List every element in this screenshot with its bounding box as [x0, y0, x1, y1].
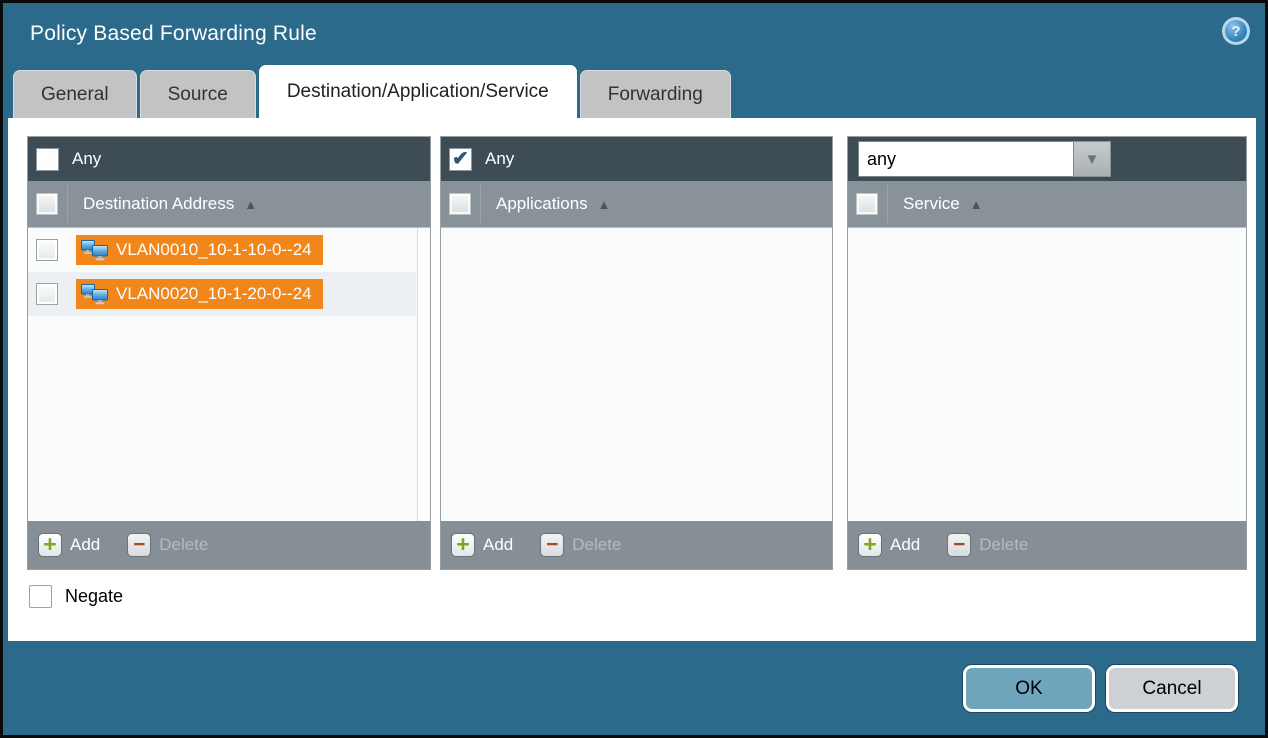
applications-any-label: Any — [485, 149, 514, 169]
service-any-header: ▼ — [848, 137, 1246, 181]
destination-select-all-checkbox[interactable] — [36, 193, 58, 215]
service-add-button[interactable]: + Add — [858, 533, 920, 557]
service-list — [848, 228, 1246, 521]
column-separator — [480, 185, 481, 223]
chevron-down-icon: ▼ — [1085, 152, 1100, 167]
address-object-icon — [81, 240, 108, 261]
negate-row: Negate — [29, 585, 1256, 608]
service-panel-footer: + Add − Delete — [848, 521, 1246, 569]
row-checkbox[interactable] — [36, 283, 58, 305]
service-dropdown: ▼ — [858, 141, 1111, 177]
service-delete-button[interactable]: − Delete — [947, 533, 1028, 557]
service-panel: ▼ Service ▲ + Add − — [847, 136, 1247, 570]
destination-list: VLAN0010_10-1-10-0--24 — [28, 228, 430, 521]
applications-panel: Any Applications ▲ + Add − Delet — [440, 136, 833, 570]
destination-delete-button[interactable]: − Delete — [127, 533, 208, 557]
minus-icon: − — [127, 533, 151, 557]
destination-column-header-row: Destination Address ▲ — [28, 181, 430, 228]
destination-panel: Any Destination Address ▲ — [27, 136, 431, 570]
destination-any-header: Any — [28, 137, 430, 181]
service-column-header[interactable]: Service — [903, 194, 960, 214]
negate-label: Negate — [65, 586, 123, 607]
dialog-action-buttons: OK Cancel — [963, 665, 1238, 712]
destination-panel-footer: + Add − Delete — [28, 521, 430, 569]
address-object-chip[interactable]: VLAN0010_10-1-10-0--24 — [76, 235, 323, 265]
applications-any-checkbox[interactable] — [449, 148, 472, 171]
negate-checkbox[interactable] — [29, 585, 52, 608]
cancel-button[interactable]: Cancel — [1106, 665, 1238, 712]
sort-asc-icon[interactable]: ▲ — [244, 197, 257, 212]
applications-select-all-checkbox[interactable] — [449, 193, 471, 215]
destination-column-header[interactable]: Destination Address — [83, 194, 234, 214]
tab-general[interactable]: General — [13, 70, 137, 118]
tab-forwarding[interactable]: Forwarding — [580, 70, 731, 118]
applications-list — [441, 228, 832, 521]
plus-icon: + — [451, 533, 475, 557]
help-icon[interactable]: ? — [1222, 17, 1250, 45]
tab-destination-application-service[interactable]: Destination/Application/Service — [259, 65, 577, 118]
service-column-header-row: Service ▲ — [848, 181, 1246, 228]
scrollbar-track[interactable] — [417, 228, 430, 521]
address-object-chip[interactable]: VLAN0020_10-1-20-0--24 — [76, 279, 323, 309]
applications-add-button[interactable]: + Add — [451, 533, 513, 557]
plus-icon: + — [858, 533, 882, 557]
ok-button[interactable]: OK — [963, 665, 1095, 712]
minus-icon: − — [540, 533, 564, 557]
minus-icon: − — [947, 533, 971, 557]
destination-add-button[interactable]: + Add — [38, 533, 100, 557]
tab-source[interactable]: Source — [140, 70, 256, 118]
sort-asc-icon[interactable]: ▲ — [970, 197, 983, 212]
applications-column-header[interactable]: Applications — [496, 194, 588, 214]
applications-delete-button[interactable]: − Delete — [540, 533, 621, 557]
dialog-body: Any Destination Address ▲ — [8, 118, 1256, 641]
policy-based-forwarding-dialog: Policy Based Forwarding Rule ? General S… — [0, 0, 1268, 738]
destination-any-checkbox[interactable] — [36, 148, 59, 171]
service-dropdown-button[interactable]: ▼ — [1074, 141, 1111, 177]
destination-address-label: VLAN0010_10-1-10-0--24 — [116, 240, 312, 260]
destination-row-1: VLAN0010_10-1-10-0--24 — [28, 228, 416, 272]
applications-panel-footer: + Add − Delete — [441, 521, 832, 569]
column-separator — [67, 185, 68, 223]
destination-address-label: VLAN0020_10-1-20-0--24 — [116, 284, 312, 304]
tab-bar: General Source Destination/Application/S… — [13, 3, 731, 118]
address-object-icon — [81, 284, 108, 305]
sort-asc-icon[interactable]: ▲ — [598, 197, 611, 212]
service-select-all-checkbox[interactable] — [856, 193, 878, 215]
applications-any-header: Any — [441, 137, 832, 181]
panels-container: Any Destination Address ▲ — [8, 118, 1256, 570]
column-separator — [887, 185, 888, 223]
destination-any-label: Any — [72, 149, 101, 169]
service-dropdown-input[interactable] — [858, 141, 1074, 177]
destination-row-2: VLAN0020_10-1-20-0--24 — [28, 272, 416, 316]
plus-icon: + — [38, 533, 62, 557]
row-checkbox[interactable] — [36, 239, 58, 261]
applications-column-header-row: Applications ▲ — [441, 181, 832, 228]
